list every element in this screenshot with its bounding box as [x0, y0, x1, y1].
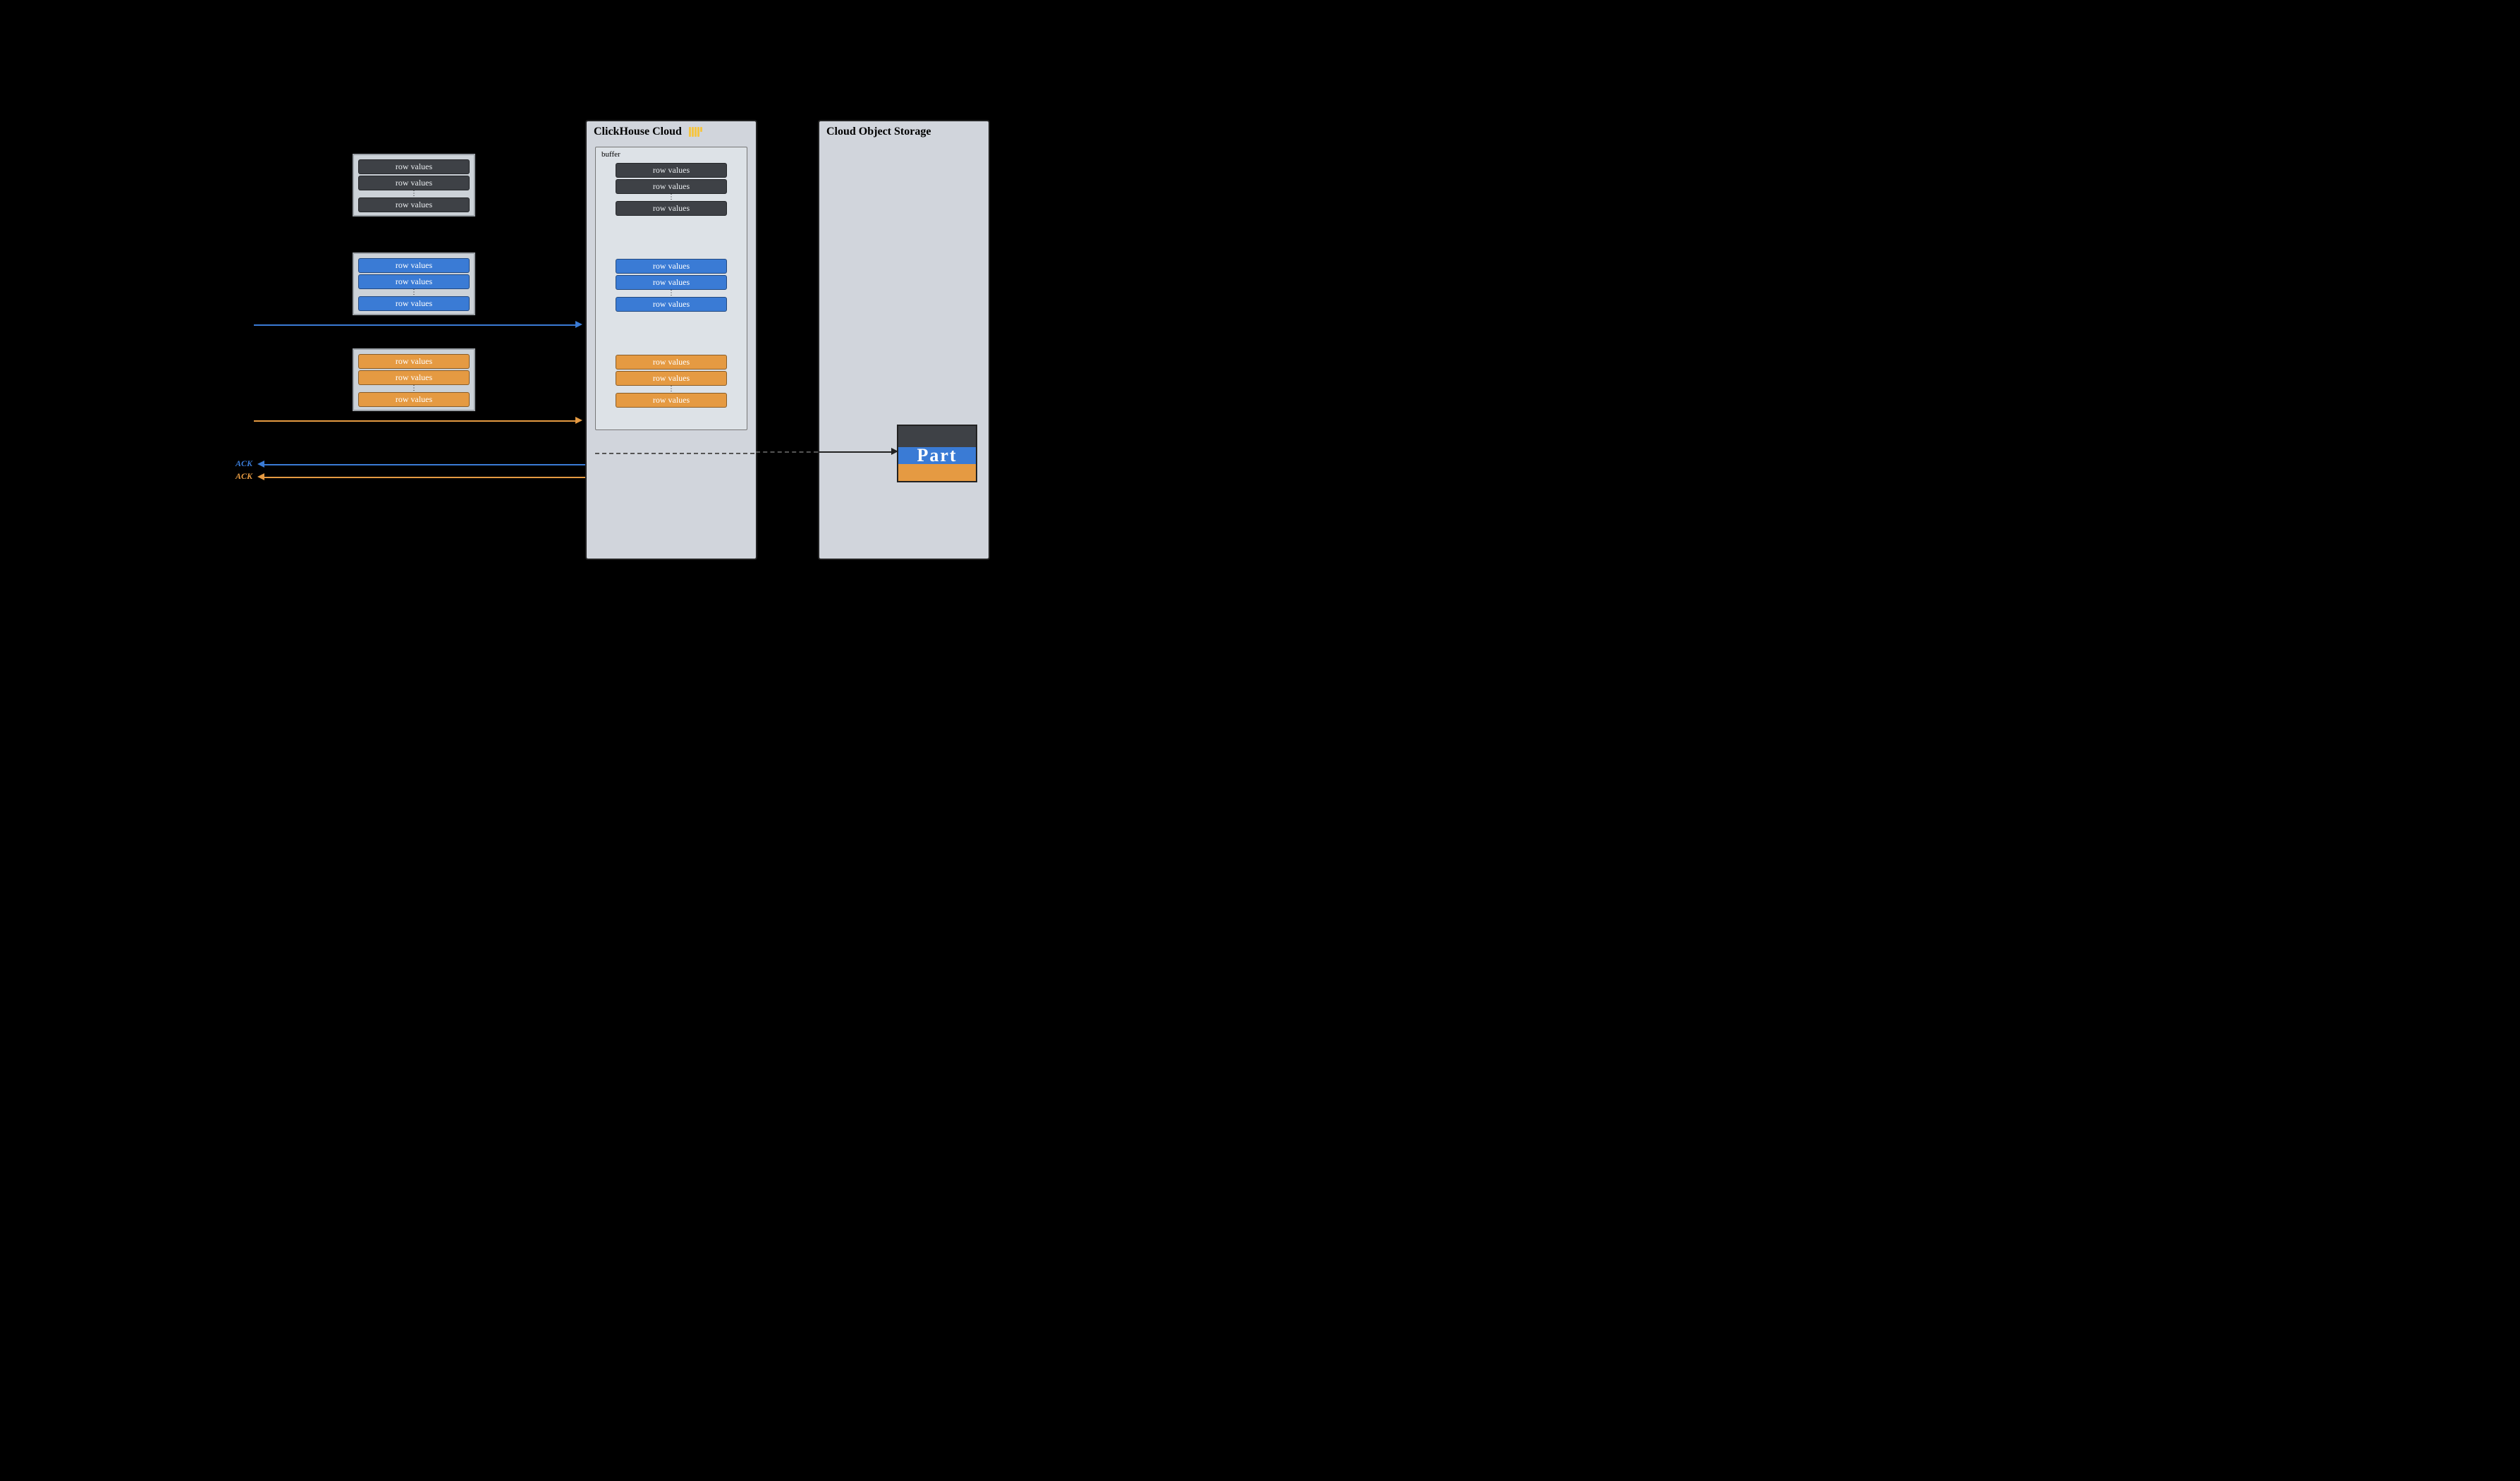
clickhouse-logo-icon	[689, 127, 702, 137]
arrow-blue	[254, 324, 575, 326]
buffer-group-dark: row values row values ⋮ row values	[596, 163, 747, 216]
row-pill-blue: row values	[616, 275, 727, 290]
row-pill-dark: row values	[616, 201, 727, 216]
arrow-to-part	[818, 451, 891, 453]
row-pill-blue: row values	[616, 259, 727, 274]
row-pill-blue: row values	[616, 297, 727, 312]
vertical-ellipsis-icon: ⋮	[410, 192, 417, 196]
diagram-canvas: ClickHouse Cloud buffer row values row v…	[0, 0, 1025, 575]
dashed-between-panels	[756, 451, 818, 453]
ack-arrow-blue	[264, 464, 585, 465]
arrow-blue-head-icon	[575, 321, 582, 328]
row-pill-blue: row values	[358, 296, 470, 311]
payload-box-dark: row values row values ⋮ row values	[353, 154, 475, 217]
clickhouse-title-text: ClickHouse Cloud	[594, 126, 682, 138]
part-band-orange	[898, 464, 976, 481]
row-pill-orange: row values	[358, 354, 470, 369]
row-pill-dark: row values	[616, 163, 727, 178]
row-pill-dark: row values	[616, 179, 727, 194]
payload-box-blue: row values row values ⋮ row values	[353, 252, 475, 315]
arrow-orange	[254, 420, 575, 422]
vertical-ellipsis-icon: ⋮	[668, 291, 675, 295]
clickhouse-panel: ClickHouse Cloud buffer row values row v…	[585, 120, 757, 560]
clickhouse-title: ClickHouse Cloud	[594, 126, 702, 138]
arrow-to-part-head-icon	[891, 448, 898, 455]
dashed-connector	[595, 453, 754, 454]
storage-title: Cloud Object Storage	[826, 126, 931, 138]
buffer-group-blue: row values row values ⋮ row values	[596, 259, 747, 312]
part-label: Part	[917, 445, 957, 466]
storage-panel: Cloud Object Storage Part	[818, 120, 990, 560]
row-pill-blue: row values	[358, 274, 470, 289]
ack-arrow-orange-head-icon	[257, 473, 264, 480]
row-pill-orange: row values	[616, 371, 727, 386]
part-band-blue: Part	[898, 447, 976, 464]
ack-arrow-orange	[264, 477, 585, 478]
part-band-dark	[898, 426, 976, 447]
ack-arrow-blue-head-icon	[257, 461, 264, 468]
ack-blue-label: ACK	[236, 458, 252, 469]
row-pill-dark: row values	[358, 197, 470, 212]
payload-box-orange: row values row values ⋮ row values	[353, 348, 475, 411]
row-pill-orange: row values	[358, 370, 470, 385]
vertical-ellipsis-icon: ⋮	[668, 387, 675, 391]
arrow-orange-head-icon	[575, 417, 582, 424]
vertical-ellipsis-icon: ⋮	[410, 291, 417, 295]
vertical-ellipsis-icon: ⋮	[410, 386, 417, 391]
buffer-label: buffer	[601, 150, 620, 159]
row-pill-orange: row values	[616, 393, 727, 408]
buffer-group-orange: row values row values ⋮ row values	[596, 355, 747, 408]
vertical-ellipsis-icon: ⋮	[668, 195, 675, 200]
row-pill-dark: row values	[358, 159, 470, 174]
row-pill-orange: row values	[358, 392, 470, 407]
part-block: Part	[897, 425, 977, 482]
row-pill-dark: row values	[358, 176, 470, 190]
buffer-area: buffer row values row values ⋮ row value…	[595, 147, 747, 430]
row-pill-blue: row values	[358, 258, 470, 273]
ack-orange-label: ACK	[236, 471, 252, 482]
row-pill-orange: row values	[616, 355, 727, 370]
